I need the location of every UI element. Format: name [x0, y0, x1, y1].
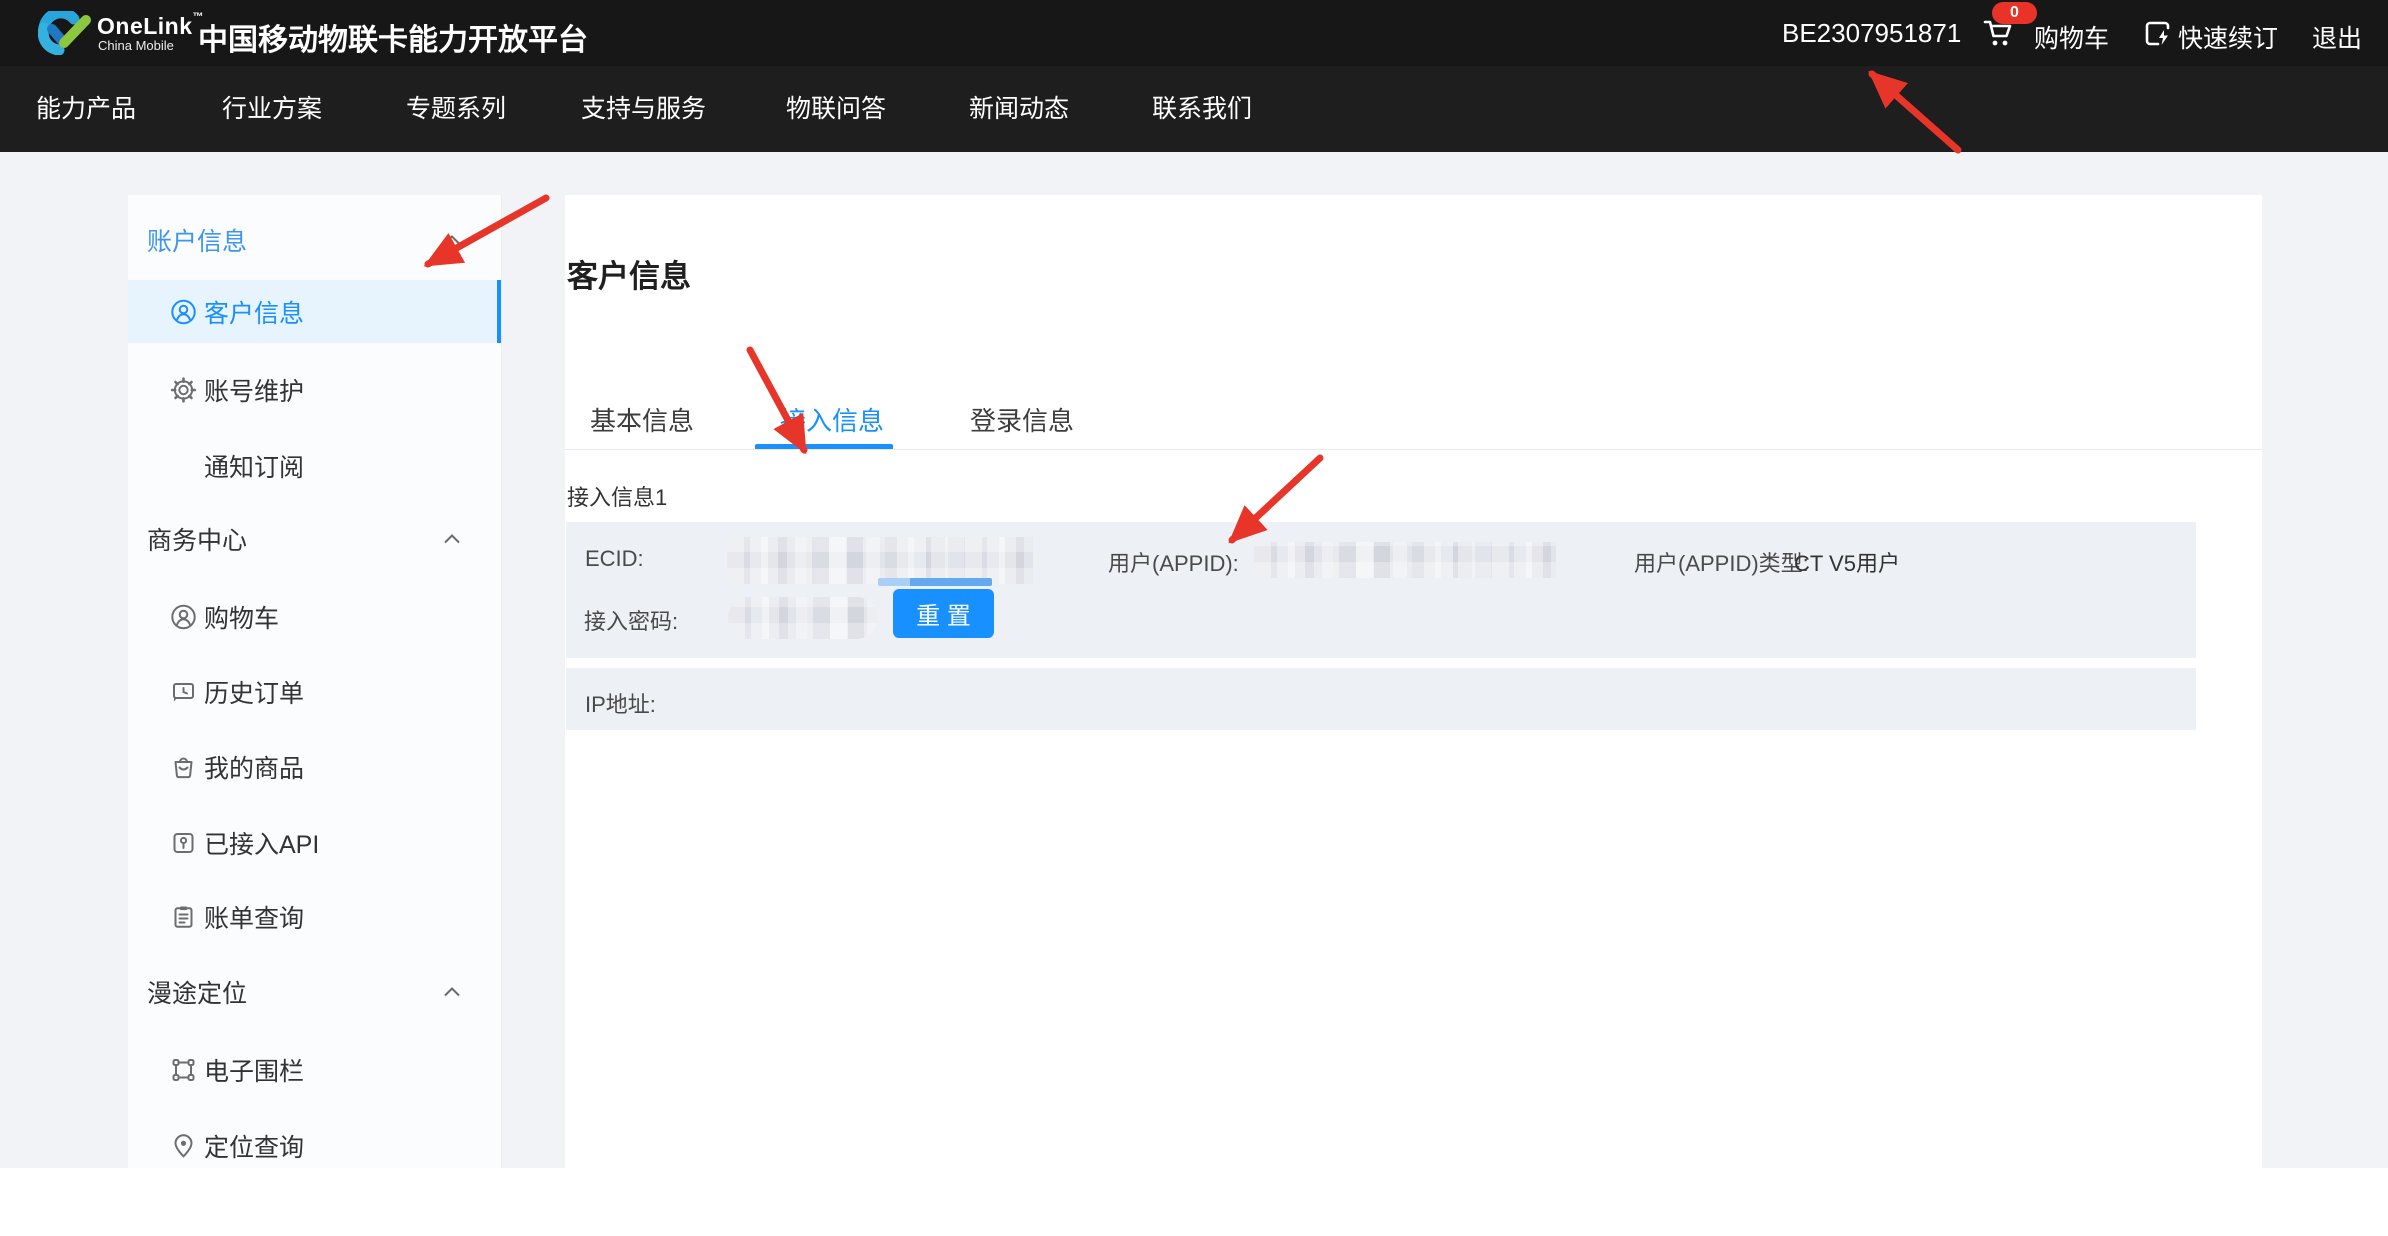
nav-item-topics[interactable]: 专题系列: [406, 66, 506, 152]
sidebar-item-label: 客户信息: [204, 294, 304, 330]
quick-renew-link[interactable]: 快速续订: [2178, 19, 2278, 55]
sidebar-item-location-query[interactable]: 定位查询: [128, 1114, 501, 1168]
account-id: BE2307951871: [1782, 18, 1961, 49]
sidebar-item-connected-api[interactable]: 已接入API: [128, 811, 501, 875]
chevron-up-icon: [443, 534, 461, 545]
nav-item-contact[interactable]: 联系我们: [1152, 66, 1252, 152]
quick-renew-icon[interactable]: [2143, 19, 2172, 48]
reset-password-button[interactable]: 重 置: [893, 589, 994, 638]
appid-label: 用户(APPID):: [1108, 546, 1239, 578]
api-box-icon: [170, 830, 197, 857]
appid-value-redacted: [1254, 542, 1556, 578]
sidebar: 账户信息 客户信息 账号维护: [128, 195, 502, 1168]
platform-title: 中国移动物联卡能力开放平台: [198, 15, 588, 59]
sidebar-item-customer-info[interactable]: 客户信息: [128, 280, 501, 343]
sidebar-item-label: 账单查询: [204, 899, 304, 935]
sidebar-section-mantu-location[interactable]: 漫途定位: [128, 960, 501, 1024]
nav-item-solutions[interactable]: 行业方案: [222, 66, 322, 152]
tab-access-info[interactable]: 接入信息: [780, 401, 884, 438]
fence-icon: [170, 1057, 197, 1084]
chevron-up-icon: [443, 235, 461, 246]
ip-address-card: IP地址:: [566, 668, 2196, 730]
bill-icon: [170, 904, 197, 931]
nav-item-news[interactable]: 新闻动态: [969, 66, 1069, 152]
history-order-icon: [170, 679, 197, 706]
nav-item-products[interactable]: 能力产品: [36, 66, 136, 152]
page-title: 客户信息: [567, 251, 691, 296]
sidebar-item-bill-query[interactable]: 账单查询: [128, 885, 501, 949]
sidebar-item-label: 我的商品: [204, 749, 304, 785]
sidebar-item-notification-subscription[interactable]: 通知订阅: [128, 434, 501, 498]
sidebar-section-account[interactable]: 账户信息: [128, 208, 501, 272]
tab-divider: [565, 449, 2262, 450]
nav-item-qa[interactable]: 物联问答: [786, 66, 886, 152]
cart-link[interactable]: 购物车: [2034, 19, 2109, 55]
access-info-card: ECID: 用户(APPID): 用户(APPID)类型: CT V5用户 接入…: [566, 522, 2196, 658]
shopping-bag-icon: [170, 754, 197, 781]
sidebar-item-label: 账号维护: [204, 372, 304, 408]
brand-subtitle: China Mobile: [98, 38, 174, 53]
ecid-value-redacted: [727, 537, 1033, 584]
location-pin-icon: [170, 1133, 197, 1160]
content-panel: 客户信息 基本信息 接入信息 登录信息 接入信息1 ECID: 用户(APPID…: [565, 195, 2262, 1236]
sidebar-section-label: 漫途定位: [147, 974, 247, 1010]
sidebar-item-shopping-cart[interactable]: 购物车: [128, 585, 501, 649]
sidebar-item-electronic-fence[interactable]: 电子围栏: [128, 1038, 501, 1102]
logout-link[interactable]: 退出: [2312, 19, 2362, 55]
appid-type-label: 用户(APPID)类型:: [1634, 546, 1809, 578]
appid-type-value: CT V5用户: [1794, 546, 1900, 578]
sidebar-item-label: 购物车: [204, 599, 279, 635]
brand-name: OneLink™: [97, 13, 204, 40]
sidebar-item-history-orders[interactable]: 历史订单: [128, 660, 501, 724]
redaction-artifact-bar: [878, 578, 992, 586]
sidebar-item-label: 定位查询: [204, 1128, 304, 1164]
page: OneLink™ China Mobile 中国移动物联卡能力开放平台 BE23…: [0, 0, 2388, 1236]
sidebar-section-label: 账户信息: [147, 222, 247, 258]
tab-basic-info[interactable]: 基本信息: [590, 401, 694, 438]
user-circle-icon: [170, 298, 197, 325]
sidebar-item-label: 电子围栏: [204, 1052, 304, 1088]
sidebar-item-label: 通知订阅: [204, 448, 304, 484]
access-password-label: 接入密码:: [584, 604, 678, 636]
access-password-value-redacted: [728, 597, 878, 639]
sidebar-section-business-center[interactable]: 商务中心: [128, 507, 501, 571]
sidebar-item-label: 已接入API: [204, 825, 319, 861]
sidebar-item-account-maintenance[interactable]: 账号维护: [128, 358, 501, 422]
ip-address-label: IP地址:: [585, 687, 656, 719]
topbar: OneLink™ China Mobile 中国移动物联卡能力开放平台 BE23…: [0, 0, 2388, 66]
sidebar-item-my-products[interactable]: 我的商品: [128, 735, 501, 799]
chevron-up-icon: [443, 987, 461, 998]
user-circle-icon: [170, 604, 197, 631]
cart-badge: 0: [1992, 2, 2037, 24]
sidebar-section-label: 商务中心: [147, 521, 247, 557]
sidebar-item-label: 历史订单: [204, 674, 304, 710]
onelink-logo-icon: [38, 11, 94, 55]
ecid-label: ECID:: [585, 546, 644, 572]
tab-login-info[interactable]: 登录信息: [970, 401, 1074, 438]
gear-icon: [170, 377, 197, 404]
main-nav: 能力产品 行业方案 专题系列 支持与服务 物联问答 新闻动态 联系我们: [0, 66, 2388, 152]
access-info-section-label: 接入信息1: [567, 480, 667, 512]
nav-item-support[interactable]: 支持与服务: [581, 66, 706, 152]
